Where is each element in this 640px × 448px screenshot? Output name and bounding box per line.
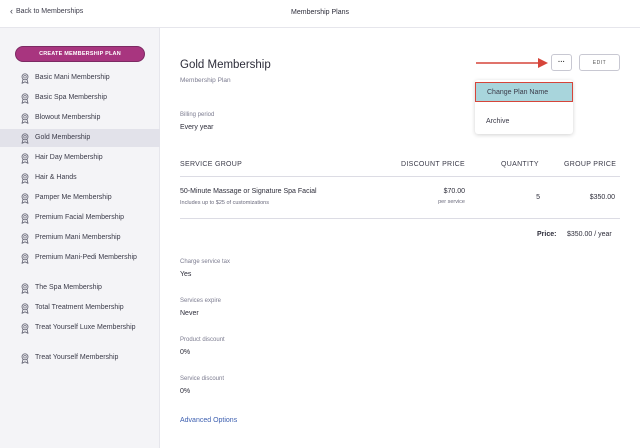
discount-price-value: $70.00	[443, 188, 465, 195]
sidebar-item-basic-spa-membership[interactable]: Basic Spa Membership	[0, 89, 160, 107]
main-panel: Gold Membership Membership Plan ··· EDIT…	[160, 28, 640, 448]
col-header-discount-price: DISCOUNT PRICE	[401, 161, 465, 168]
sidebar-item-label: Total Treatment Membership	[35, 304, 124, 311]
ribbon-badge-icon	[20, 152, 30, 164]
sidebar-item-pamper-me-membership[interactable]: Pamper Me Membership	[0, 189, 160, 207]
sidebar-item-gold-membership[interactable]: Gold Membership	[0, 129, 160, 147]
sidebar: CREATE MEMBERSHIP PLAN Basic Mani Member…	[0, 28, 160, 448]
charge-tax-label: Charge service tax	[180, 259, 231, 265]
sidebar-item-label: Premium Facial Membership	[35, 214, 125, 221]
price-label: Price:	[537, 231, 557, 238]
sidebar-item-label: Treat Yourself Membership	[35, 354, 119, 361]
per-service-label: per service	[438, 199, 465, 205]
plan-subtitle: Membership Plan	[180, 77, 231, 84]
annotation-arrow-icon	[476, 58, 548, 68]
ribbon-badge-icon	[20, 212, 30, 224]
ribbon-badge-icon	[20, 252, 30, 264]
create-membership-plan-button[interactable]: CREATE MEMBERSHIP PLAN	[15, 46, 145, 62]
advanced-options-link[interactable]: Advanced Options	[180, 417, 237, 424]
sidebar-item-label: Blowout Membership	[35, 114, 101, 121]
sidebar-item-label: Treat Yourself Luxe Membership	[35, 324, 136, 331]
services-expire-label: Services expire	[180, 298, 222, 304]
sidebar-item-label: Premium Mani-Pedi Membership	[35, 254, 137, 261]
sidebar-item-premium-mani-pedi-membership[interactable]: Premium Mani-Pedi Membership	[0, 244, 160, 272]
menu-item-change-plan-name[interactable]: Change Plan Name	[475, 82, 573, 102]
ribbon-badge-icon	[20, 132, 30, 144]
sidebar-item-hair-hands[interactable]: Hair & Hands	[0, 169, 160, 187]
sidebar-item-label: Premium Mani Membership	[35, 234, 121, 241]
table-row-divider	[180, 218, 620, 219]
service-discount-value: 0%	[180, 388, 191, 395]
billing-period-value: Every year	[180, 124, 214, 131]
table-header-divider	[180, 176, 620, 177]
ribbon-badge-icon	[20, 322, 30, 334]
sidebar-item-treat-yourself-membership[interactable]: Treat Yourself Membership	[0, 349, 160, 367]
menu-item-archive[interactable]: Archive	[475, 112, 573, 130]
ribbon-badge-icon	[20, 282, 30, 294]
ribbon-badge-icon	[20, 302, 30, 314]
ribbon-badge-icon	[20, 352, 30, 364]
top-bar: ‹ Back to Memberships Membership Plans	[0, 0, 640, 28]
sidebar-item-label: Basic Spa Membership	[35, 94, 107, 101]
options-dropdown-menu: Change Plan Name Archive	[475, 80, 573, 134]
sidebar-item-label: Pamper Me Membership	[35, 194, 112, 201]
product-discount-value: 0%	[180, 349, 191, 356]
sidebar-item-label: The Spa Membership	[35, 284, 102, 291]
quantity-value: 5	[536, 194, 540, 201]
sidebar-item-hair-day-membership[interactable]: Hair Day Membership	[0, 149, 160, 167]
service-note: Includes up to $25 of customizations	[180, 200, 269, 206]
ribbon-badge-icon	[20, 72, 30, 84]
charge-tax-value: Yes	[180, 271, 192, 278]
services-expire-value: Never	[180, 310, 199, 317]
col-header-quantity: QUANTITY	[501, 161, 539, 168]
sidebar-item-label: Gold Membership	[35, 134, 91, 141]
service-name: 50-Minute Massage or Signature Spa Facia…	[180, 188, 317, 195]
billing-period-label: Billing period	[180, 112, 215, 118]
sidebar-item-blowout-membership[interactable]: Blowout Membership	[0, 109, 160, 127]
sidebar-item-label: Hair Day Membership	[35, 154, 103, 161]
sidebar-item-label: Hair & Hands	[35, 174, 77, 181]
col-header-service-group: SERVICE GROUP	[180, 161, 243, 168]
sidebar-item-label: Basic Mani Membership	[35, 74, 110, 81]
page-title: Membership Plans	[291, 9, 349, 16]
sidebar-item-treat-yourself-luxe-membership[interactable]: Treat Yourself Luxe Membership	[0, 314, 160, 342]
sidebar-item-premium-facial-membership[interactable]: Premium Facial Membership	[0, 209, 160, 227]
ribbon-badge-icon	[20, 92, 30, 104]
plan-title: Gold Membership	[180, 59, 271, 71]
ribbon-badge-icon	[20, 112, 30, 124]
col-header-group-price: GROUP PRICE	[564, 161, 617, 168]
more-options-button[interactable]: ···	[551, 54, 572, 71]
service-discount-label: Service discount	[180, 376, 225, 382]
edit-button[interactable]: EDIT	[579, 54, 620, 71]
product-discount-label: Product discount	[180, 337, 225, 343]
group-price-value: $350.00	[589, 194, 615, 201]
ribbon-badge-icon	[20, 172, 30, 184]
price-value: $350.00 / year	[567, 231, 612, 238]
sidebar-item-the-spa-membership[interactable]: The Spa Membership	[0, 279, 160, 297]
ribbon-badge-icon	[20, 192, 30, 204]
sidebar-item-basic-mani-membership[interactable]: Basic Mani Membership	[0, 69, 160, 87]
ribbon-badge-icon	[20, 232, 30, 244]
